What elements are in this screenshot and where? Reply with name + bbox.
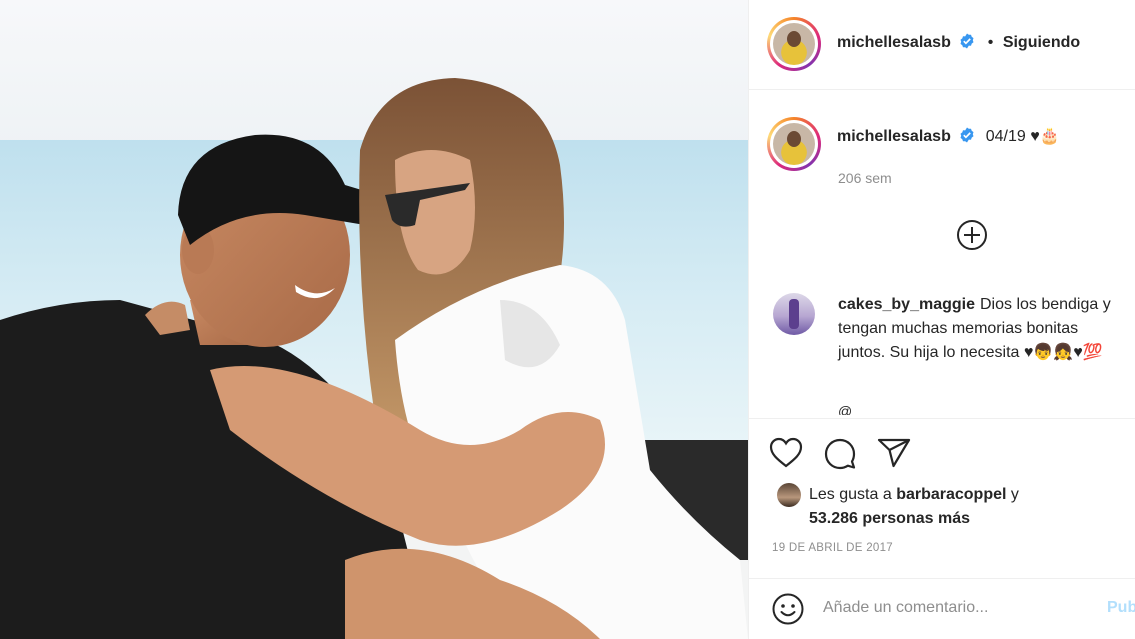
- verified-badge-icon: [959, 127, 975, 148]
- post-actions: Les gusta a barbaracoppel y 53.286 perso…: [749, 418, 1135, 578]
- heart-icon: [769, 437, 803, 468]
- likes-count[interactable]: 53.286 personas más: [809, 507, 970, 531]
- comment-body: cakes_by_maggie Dios los bendiga y tengan…: [838, 293, 1123, 365]
- following-button[interactable]: Siguiendo: [1003, 34, 1080, 51]
- comment-next-line-partial: @______ ____: [838, 403, 934, 415]
- author-username[interactable]: michellesalasb: [837, 34, 951, 51]
- post-header: michellesalasb • Siguiendo: [749, 0, 1135, 90]
- post-photo[interactable]: [0, 0, 748, 639]
- liker-avatar[interactable]: [777, 483, 801, 507]
- comments-scroll-area[interactable]: michellesalasb 04/19 ♥🎂 206 sem cakes_by…: [749, 90, 1135, 418]
- post-date[interactable]: 19 DE ABRIL DE 2017: [772, 542, 893, 554]
- caption-username[interactable]: michellesalasb: [837, 128, 951, 145]
- load-more-comments-button[interactable]: [956, 219, 988, 251]
- share-button[interactable]: [877, 437, 911, 474]
- speech-bubble-icon: [824, 438, 856, 470]
- like-button[interactable]: [769, 437, 803, 474]
- verified-badge-icon: [959, 33, 975, 54]
- publish-comment-button[interactable]: Publicar: [1107, 599, 1135, 617]
- caption-text: 04/19 ♥🎂: [985, 128, 1060, 145]
- comment-button[interactable]: [823, 437, 857, 476]
- commenter-username[interactable]: cakes_by_maggie: [838, 296, 975, 313]
- author-avatar[interactable]: [767, 17, 821, 71]
- commenter-avatar[interactable]: [773, 293, 815, 335]
- caption-time[interactable]: 206 sem: [838, 170, 892, 186]
- paper-plane-icon: [877, 438, 911, 468]
- liker-username[interactable]: barbaracoppel: [896, 486, 1006, 503]
- likes-prefix: Les gusta a: [809, 486, 892, 503]
- likes-line: Les gusta a barbaracoppel y: [809, 483, 1019, 507]
- caption-line: michellesalasb 04/19 ♥🎂: [837, 126, 1060, 148]
- header-user-line: michellesalasb • Siguiendo: [837, 33, 1080, 54]
- smiley-icon: [772, 593, 804, 625]
- separator-dot: •: [987, 34, 994, 51]
- add-comment-bar: Publicar: [749, 578, 1135, 639]
- post-side-panel: michellesalasb • Siguiendo michellesalas…: [748, 0, 1135, 639]
- likes-suffix: y: [1010, 486, 1019, 503]
- caption-author-avatar[interactable]: [767, 117, 821, 171]
- comment-input[interactable]: [823, 596, 1093, 620]
- emoji-button[interactable]: [771, 592, 805, 631]
- plus-circle-icon: [957, 220, 987, 250]
